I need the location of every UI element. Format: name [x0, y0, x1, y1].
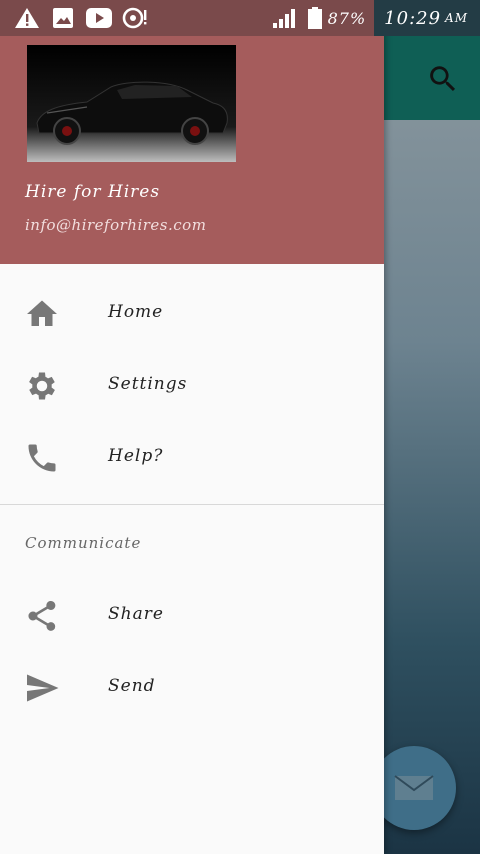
send-icon — [24, 670, 60, 706]
phone-icon — [24, 440, 60, 476]
divider — [0, 504, 384, 505]
header-user-email: info@hireforhires.com — [25, 216, 207, 234]
header-user-name: Hire for Hires — [25, 182, 161, 202]
home-icon — [24, 296, 60, 332]
header-car-image — [27, 45, 236, 162]
image-icon — [53, 8, 73, 28]
section-title: Communicate — [25, 534, 142, 552]
drawer-item-help[interactable]: Help? — [0, 422, 384, 494]
clock-ampm: AM — [445, 11, 468, 25]
signal-icon — [272, 9, 295, 28]
youtube-icon — [86, 8, 112, 28]
drawer-item-label: Home — [108, 302, 164, 322]
gear-icon — [24, 368, 60, 404]
drawer-item-send[interactable]: Send — [0, 652, 384, 724]
navigation-drawer: Hire for Hires info@hireforhires.com Hom… — [0, 0, 384, 854]
clock-time: 10:29 — [384, 7, 442, 29]
drawer-item-label: Settings — [108, 374, 188, 394]
drawer-item-label: Share — [108, 604, 164, 624]
drawer-item-home[interactable]: Home — [0, 278, 384, 350]
drawer-item-share[interactable]: Share — [0, 580, 384, 652]
share-icon — [24, 598, 60, 634]
battery-icon — [307, 7, 322, 29]
drawer-item-label: Help? — [108, 446, 164, 466]
email-fab-button[interactable] — [372, 746, 456, 830]
search-icon[interactable] — [426, 62, 460, 96]
clock: 10:29 AM — [374, 0, 480, 36]
drawer-item-settings[interactable]: Settings — [0, 350, 384, 422]
status-bar: 87% 10:29 AM — [0, 0, 480, 36]
warning-icon — [15, 8, 39, 28]
drawer-header: Hire for Hires info@hireforhires.com — [0, 0, 384, 264]
battery-percent: 87% — [327, 8, 367, 28]
sync-icon — [122, 7, 147, 29]
drawer-item-label: Send — [108, 676, 156, 696]
mail-icon — [394, 775, 434, 800]
